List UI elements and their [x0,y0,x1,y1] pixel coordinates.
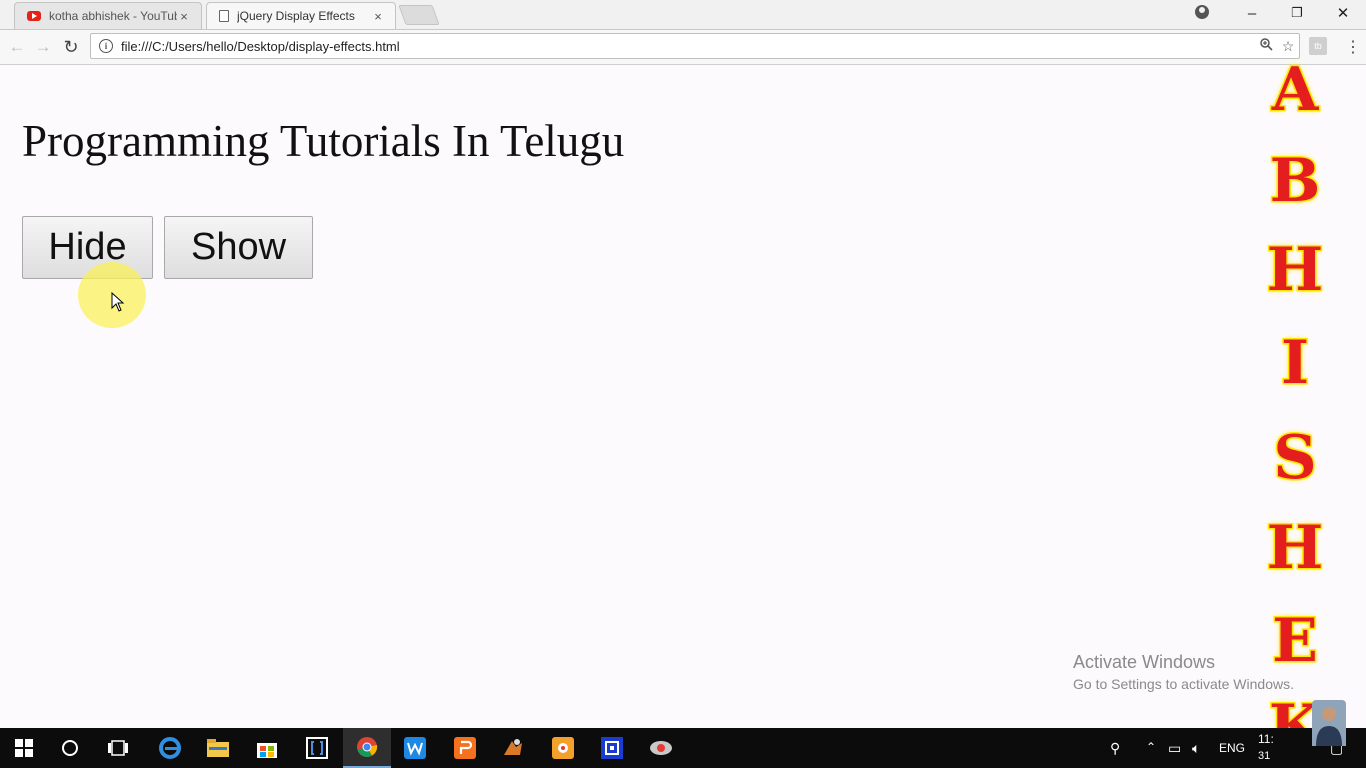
tab-jquery-display-effects[interactable]: jQuery Display Effects × [206,2,396,29]
document-icon [219,10,229,22]
new-tab-button[interactable] [398,5,440,25]
app-icon[interactable] [489,728,537,768]
restore-button[interactable]: ❐ [1274,0,1320,26]
search-icon[interactable] [46,728,94,768]
forward-button[interactable]: → [32,36,54,58]
network-icon[interactable]: ▭ [1168,740,1181,757]
address-bar[interactable]: i file:///C:/Users/hello/Desktop/display… [90,33,1300,59]
minimize-button[interactable]: – [1229,0,1275,26]
language-indicator[interactable]: ENG [1219,741,1245,755]
tab-close-icon[interactable]: × [371,9,385,24]
watermark-letter: E [1271,605,1320,678]
tab-label: kotha abhishek - YouTub [49,9,177,23]
app-icon-3[interactable] [637,728,685,768]
store-icon[interactable] [243,728,291,768]
wps-presentation-icon[interactable] [441,728,489,768]
watermark-letter: A [1270,54,1320,127]
browser-toolbar: ← → ↻ i file:///C:/Users/hello/Desktop/d… [0,30,1366,65]
browser-titlebar: kotha abhishek - YouTub × jQuery Display… [0,0,1366,30]
volume-icon[interactable]: 🔈︎ [1192,740,1200,757]
activate-windows-subtitle: Go to Settings to activate Windows. [1073,676,1294,692]
file-explorer-icon[interactable] [194,728,242,768]
reload-button[interactable]: ↻ [60,36,82,58]
zoom-icon[interactable] [1255,38,1277,54]
bookmark-star-icon[interactable]: ☆ [1277,38,1299,55]
clock-date[interactable]: 31 [1258,750,1270,762]
start-icon[interactable] [0,728,48,768]
page-content: Programming Tutorials In Telugu Hide Sho… [0,65,1366,728]
watermark-letter: H [1265,234,1325,307]
app-icon-2[interactable] [588,728,636,768]
watermark-letter: H [1265,512,1325,585]
chevron-up-icon[interactable]: ⌃ [1146,740,1156,754]
windows-taskbar: ⚲ ⌃ ▭ 🔈︎ ENG 11: 31 ▢ [0,728,1366,768]
tab-youtube[interactable]: kotha abhishek - YouTub × [14,2,202,29]
chrome-icon[interactable] [343,728,391,768]
watermark-letter: I [1279,327,1310,400]
info-icon[interactable]: i [99,39,113,53]
watermark-letter: S [1272,422,1318,495]
edge-icon[interactable] [146,728,194,768]
menu-icon[interactable]: ⋮ [1345,37,1361,57]
page-heading: Programming Tutorials In Telugu [22,116,625,166]
mouse-cursor-icon [111,292,125,312]
back-button[interactable]: ← [6,36,28,58]
task-view-icon[interactable] [94,728,142,768]
paint-icon[interactable] [539,728,587,768]
show-button[interactable]: Show [164,216,313,279]
profile-icon[interactable] [1195,5,1209,19]
brackets-icon[interactable] [293,728,341,768]
people-icon[interactable]: ⚲ [1110,740,1120,757]
clock-time[interactable]: 11: [1258,732,1274,746]
youtube-icon [27,11,41,21]
extension-icon[interactable]: tb [1309,37,1327,55]
close-window-button[interactable]: ✕ [1320,0,1366,26]
watermark-letter: B [1268,145,1322,218]
tab-close-icon[interactable]: × [177,9,191,24]
tab-label: jQuery Display Effects [237,9,355,23]
activate-windows-title: Activate Windows [1073,652,1216,672]
url-text[interactable]: file:///C:/Users/hello/Desktop/display-e… [121,39,1255,54]
presenter-webcam [1312,700,1346,746]
wps-writer-icon[interactable] [391,728,439,768]
